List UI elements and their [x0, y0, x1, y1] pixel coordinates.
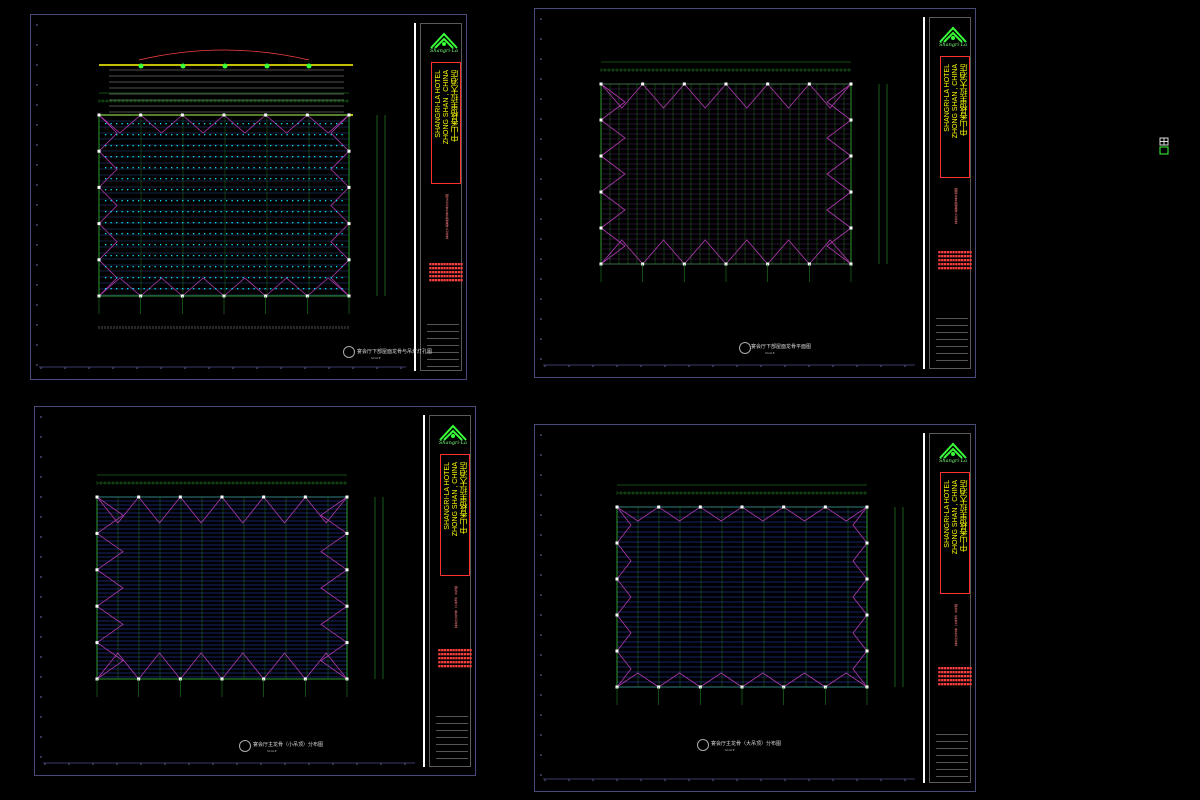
project-name-en-1: SHANGRI-LA HOTEL [944, 64, 951, 132]
project-name-cn: 中山香格里拉大酒店 [959, 480, 968, 552]
logo-text: Shangri-La [438, 440, 468, 446]
logo-text: Shangri-La [938, 42, 968, 48]
sheet-title-vertical: 宴会厅主龙骨（小吊顶）分布图 [454, 586, 458, 628]
project-name-en-1: SHANGRI-LA HOTEL [444, 462, 451, 530]
layout-tab-icon[interactable] [1159, 137, 1169, 155]
title-block-3: Shangri-La SHANGRI-LA HOTEL ZHONG SHAN ,… [423, 415, 473, 767]
drawing-sheet-1[interactable]: Shangri-La SHANGRI-LA HOTEL ZHONG SHAN ,… [30, 14, 467, 380]
project-name-cn: 中山香格里拉大酒店 [450, 70, 459, 142]
sheet-scale-3: SCALE [267, 749, 277, 753]
logo-text: Shangri-La [938, 458, 968, 464]
notes-text: ■■■■■■■■■■■■■■■■■■■■■■■■■■■■■■■■■■■■■■■■… [938, 666, 973, 686]
project-name-cn: 中山香格里拉大酒店 [459, 462, 468, 534]
logo-text: Shangri-La [429, 48, 459, 54]
notes-text: ■■■■■■■■■■■■■■■■■■■■■■■■■■■■■■■■■■■■■■■■… [438, 648, 473, 668]
drawing-sheet-2[interactable]: Shangri-La SHANGRI-LA HOTEL ZHONG SHAN ,… [534, 8, 976, 378]
project-name-en-1: SHANGRI-LA HOTEL [944, 480, 951, 548]
title-block-1: Shangri-La SHANGRI-LA HOTEL ZHONG SHAN ,… [414, 23, 464, 371]
project-name-en-1: SHANGRI-LA HOTEL [435, 70, 442, 138]
sheet-title-vertical: 宴会厅下部屋面龙骨平面图 [954, 188, 958, 224]
sheet-scale-2: SCALE [765, 351, 775, 355]
sheet-caption-1: 宴会厅下部屋面龙骨与吊灯灯孔图 [357, 349, 433, 355]
plan-drawing-3 [40, 416, 415, 765]
plan-drawing-4 [540, 434, 915, 781]
drawing-sheet-4[interactable]: Shangri-La SHANGRI-LA HOTEL ZHONG SHAN ,… [534, 424, 976, 792]
sheet-caption-3: 宴会厅主龙骨（小吊顶）分布图 [253, 742, 324, 748]
notes-text: ■■■■■■■■■■■■■■■■■■■■■■■■■■■■■■■■■■■■■■■■… [429, 262, 464, 282]
sheet-caption-2: 宴会厅下部屋面龙骨平面图 [751, 344, 812, 350]
sheet-caption-4: 宴会厅主龙骨（大吊顶）分布图 [711, 741, 782, 747]
plan-drawing-1 [36, 24, 406, 369]
plan-drawing-2 [540, 18, 915, 367]
title-block-4: Shangri-La SHANGRI-LA HOTEL ZHONG SHAN ,… [923, 433, 973, 783]
sheet-scale-1: SCALE [371, 356, 381, 360]
project-name-cn: 中山香格里拉大酒店 [959, 64, 968, 136]
sheet-scale-4: SCALE [725, 748, 735, 752]
drawing-sheet-3[interactable]: Shangri-La SHANGRI-LA HOTEL ZHONG SHAN ,… [34, 406, 476, 776]
notes-text: ■■■■■■■■■■■■■■■■■■■■■■■■■■■■■■■■■■■■■■■■… [938, 250, 973, 270]
sheet-title-vertical: 宴会厅下部屋面龙骨与吊灯灯孔图 [445, 194, 449, 239]
title-block-2: Shangri-La SHANGRI-LA HOTEL ZHONG SHAN ,… [923, 17, 973, 369]
sheet-title-vertical: 宴会厅主龙骨（大吊顶）分布图 [954, 604, 958, 646]
